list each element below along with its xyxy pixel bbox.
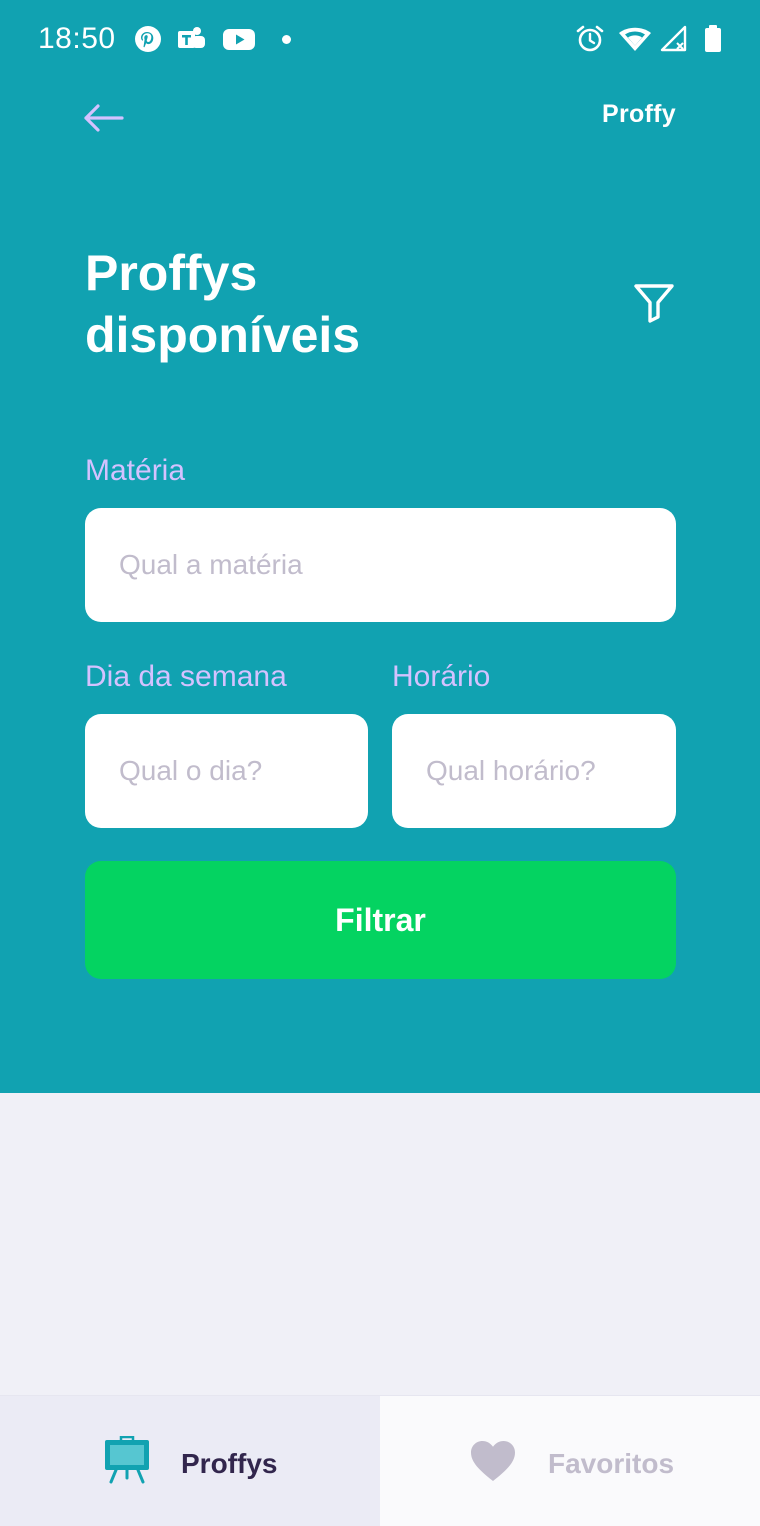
tab-proffys[interactable]: Proffys (0, 1396, 380, 1526)
time-label: Horário (392, 660, 491, 693)
back-arrow-icon[interactable] (80, 98, 128, 138)
page-title: Proffys disponíveis (85, 242, 505, 366)
heart-icon (471, 1441, 515, 1481)
page-title-line1: Proffys (85, 245, 258, 301)
wifi-icon (619, 27, 651, 51)
battery-icon (705, 25, 721, 52)
status-bar: 18:50 (0, 0, 760, 80)
bottom-tab-bar: Proffys Favoritos (0, 1395, 760, 1526)
brand-logo: Proffy (601, 100, 676, 128)
status-time: 18:50 (38, 22, 116, 55)
alarm-icon (576, 25, 604, 52)
youtube-icon (223, 29, 255, 50)
signal-icon (660, 25, 687, 52)
notification-dot (282, 35, 291, 44)
teams-icon (178, 27, 205, 48)
tab-favoritos[interactable]: Favoritos (380, 1396, 760, 1526)
tab-favoritos-label: Favoritos (548, 1448, 675, 1479)
pinterest-icon (135, 26, 161, 52)
page-title-line2: disponíveis (85, 307, 361, 363)
subject-input[interactable] (85, 508, 676, 622)
easel-icon (105, 1436, 149, 1484)
tab-proffys-label: Proffys (181, 1448, 278, 1479)
header-panel: 18:50 Proffy Proffys disponíveis Matéria… (0, 0, 760, 1093)
filter-submit-button[interactable]: Filtrar (85, 861, 676, 979)
weekday-label: Dia da semana (85, 660, 287, 693)
filter-icon[interactable] (632, 280, 676, 324)
weekday-input[interactable] (85, 714, 368, 828)
time-input[interactable] (392, 714, 676, 828)
subject-label: Matéria (85, 454, 186, 487)
